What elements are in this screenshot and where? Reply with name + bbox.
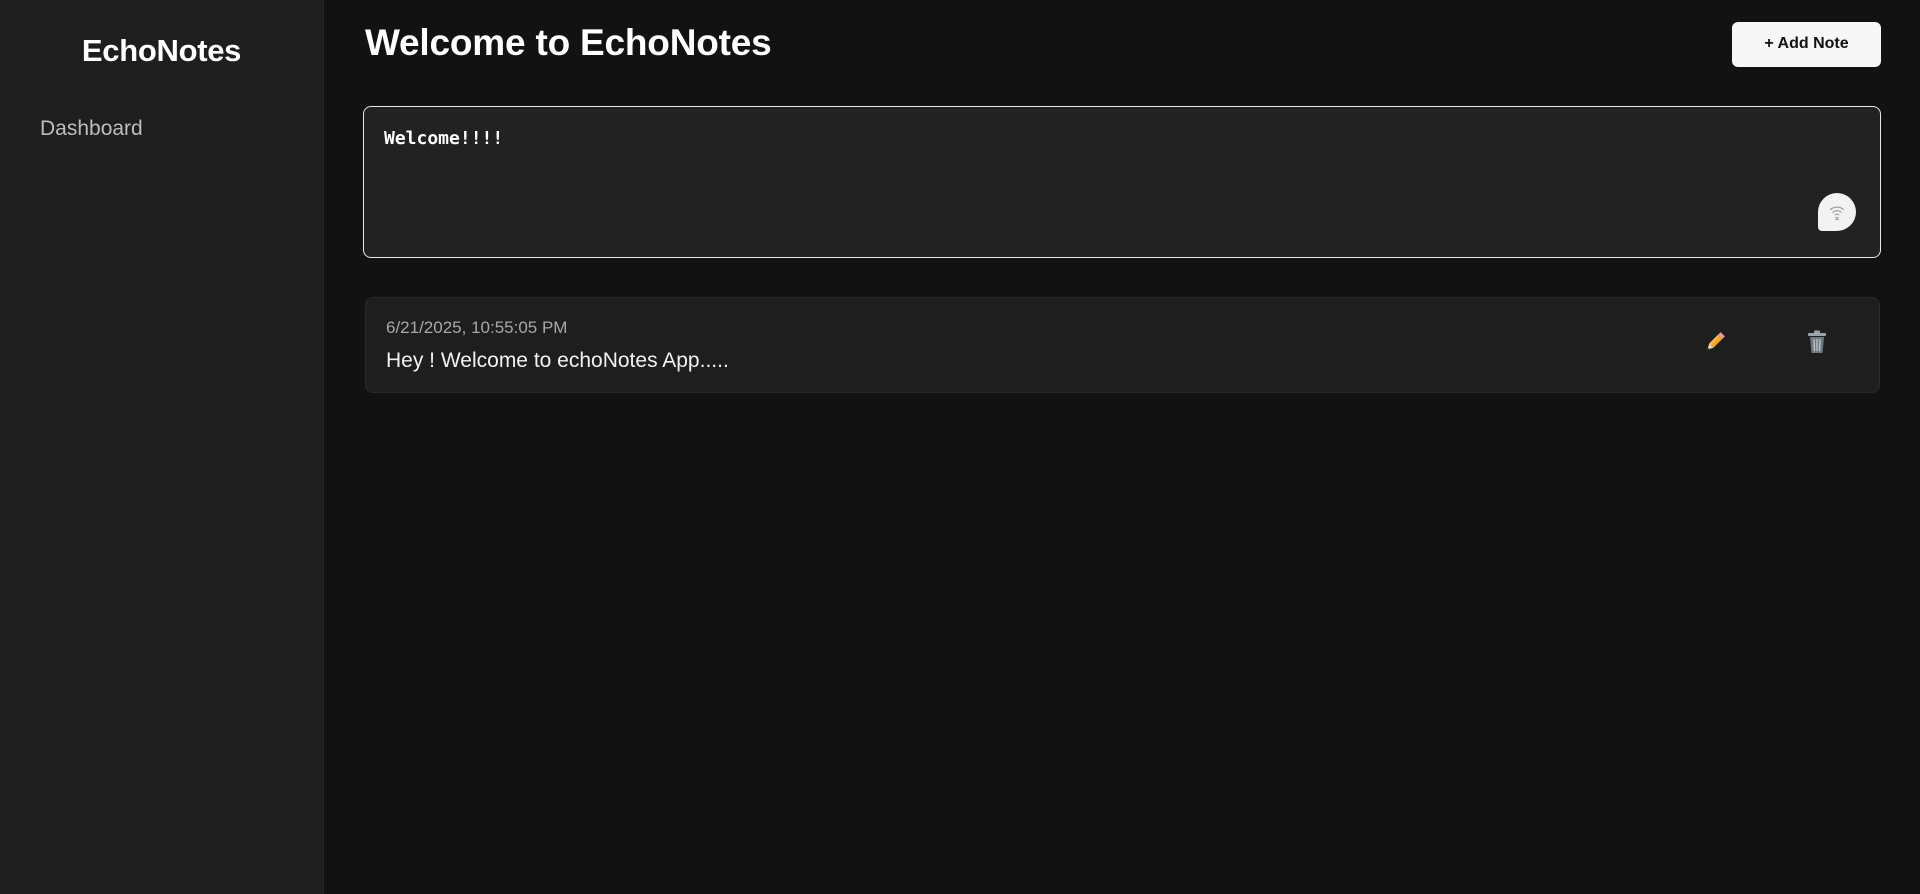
sidebar-item-dashboard[interactable]: Dashboard xyxy=(0,115,323,143)
sidebar-nav: Dashboard xyxy=(0,115,323,143)
main-content: Welcome to EchoNotes + Add Note Welcome!… xyxy=(324,0,1920,894)
note-input[interactable]: Welcome!!!! xyxy=(384,127,1784,237)
trash-icon[interactable] xyxy=(1799,324,1835,360)
page-title: Welcome to EchoNotes xyxy=(365,22,772,63)
app-root: EchoNotes Dashboard Welcome to EchoNotes… xyxy=(0,0,1920,894)
note-card: 6/21/2025, 10:55:05 PM Hey ! Welcome to … xyxy=(365,297,1880,393)
microphone-off-icon[interactable] xyxy=(1818,193,1856,231)
sidebar: EchoNotes Dashboard xyxy=(0,0,324,894)
pencil-icon[interactable] xyxy=(1697,324,1733,360)
page-header: Welcome to EchoNotes + Add Note xyxy=(365,0,1881,90)
note-timestamp: 6/21/2025, 10:55:05 PM xyxy=(386,318,568,337)
note-text: Hey ! Welcome to echoNotes App..... xyxy=(386,349,729,372)
note-editor: Welcome!!!! xyxy=(363,106,1881,258)
app-brand: EchoNotes xyxy=(81,33,242,68)
add-note-button[interactable]: + Add Note xyxy=(1732,21,1881,67)
